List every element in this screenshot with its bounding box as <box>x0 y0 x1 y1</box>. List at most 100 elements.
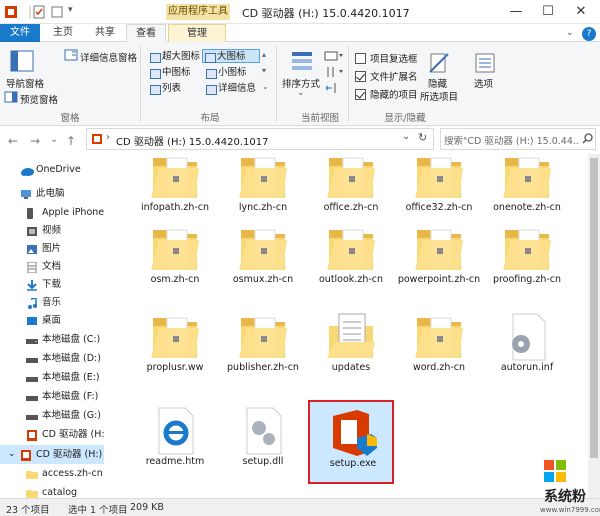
nav-item-access[interactable]: access.zh-cn <box>0 464 104 483</box>
file-name: proofing.zh-cn <box>492 274 562 285</box>
up-button[interactable]: ↑ <box>66 134 76 148</box>
breadcrumb-separator[interactable]: › <box>106 132 110 143</box>
tab-file[interactable]: 文件 <box>0 24 40 42</box>
layout-small[interactable]: 小图标 <box>204 66 247 80</box>
file-item-proplusr-ww[interactable]: proplusr.ww <box>132 306 218 390</box>
tab-share[interactable]: 共享 <box>86 24 124 42</box>
nav-pane-button[interactable]: 导航窗格 <box>6 76 44 90</box>
nav-item-onedrive[interactable]: OneDrive <box>0 160 104 179</box>
qat-dropdown-icon[interactable]: ▾ <box>68 5 78 19</box>
folder-icon <box>501 154 553 202</box>
layout-medium[interactable]: 中图标 <box>148 66 191 80</box>
hidden-items-checkbox[interactable] <box>355 89 366 100</box>
nav-item-disk-f[interactable]: 本地磁盘 (F:) <box>0 387 104 406</box>
nav-item-this-pc[interactable]: 此电脑 <box>0 184 104 203</box>
options-button[interactable]: 选项 <box>474 76 493 90</box>
folder-icon <box>413 312 465 362</box>
details-pane-button[interactable]: 详细信息窗格 <box>80 50 137 64</box>
file-item-outlook-zh-cn[interactable]: outlook.zh-cn <box>308 218 394 302</box>
file-item-setup-dll[interactable]: setup.dll <box>220 400 306 484</box>
nav-pane-icon <box>10 50 34 75</box>
file-item-word-zh-cn[interactable]: word.zh-cn <box>396 306 482 390</box>
address-dropdown-icon[interactable]: ⌄ <box>402 131 410 142</box>
settings-file-icon <box>501 312 553 362</box>
file-item-powerpoint-zh-cn[interactable]: powerpoint.zh-cn <box>396 218 482 302</box>
help-button[interactable]: ? <box>582 27 596 41</box>
tab-manage[interactable]: 管理 <box>168 24 226 43</box>
hide-selected-button-line2[interactable]: 所选项目 <box>420 89 458 103</box>
computer-icon <box>20 188 32 199</box>
layout-more-icon[interactable]: ⌄ <box>262 82 269 91</box>
size-columns-icon[interactable] <box>324 82 344 97</box>
item-checkboxes-checkbox[interactable] <box>355 53 366 64</box>
nav-item-disk-c[interactable]: 本地磁盘 (C:) <box>0 330 104 349</box>
preview-pane-icon <box>4 91 18 106</box>
group-label-panes: 窗格 <box>60 113 80 124</box>
music-icon <box>26 297 38 309</box>
file-name: publisher.zh-cn <box>227 362 299 373</box>
back-button[interactable]: ← <box>8 134 18 148</box>
file-ext-label: 文件扩展名 <box>370 72 418 83</box>
ribbon-collapse-icon[interactable]: ⌄ <box>566 28 574 38</box>
nav-item-disk-d[interactable]: 本地磁盘 (D:) <box>0 349 104 368</box>
file-item-osm-zh-cn[interactable]: osm.zh-cn <box>132 218 218 302</box>
nav-item-cd-h[interactable]: CD 驱动器 (H:) <box>0 425 104 444</box>
maximize-button[interactable]: ☐ <box>537 3 559 21</box>
nav-item-docs[interactable]: 文档 <box>0 257 104 276</box>
nav-item-iphone[interactable]: Apple iPhone <box>0 203 104 222</box>
new-folder-icon[interactable] <box>50 5 64 19</box>
preview-pane-button[interactable]: 预览窗格 <box>20 92 58 106</box>
nav-item-disk-g[interactable]: 本地磁盘 (G:) <box>0 406 104 425</box>
layout-details[interactable]: 详细信息 <box>204 82 256 96</box>
add-columns-icon[interactable] <box>324 66 344 81</box>
layout-scroll-down-icon[interactable]: ▾ <box>262 66 266 75</box>
file-item-osmux-zh-cn[interactable]: osmux.zh-cn <box>220 218 306 302</box>
breadcrumb-current[interactable]: CD 驱动器 (H:) 15.0.4420.1017 <box>116 133 268 148</box>
sort-by-dropdown-icon[interactable]: ⌄ <box>297 88 305 98</box>
file-item-autorun-inf[interactable]: autorun.inf <box>484 306 570 390</box>
folder-icon <box>237 312 289 362</box>
refresh-icon[interactable]: ↻ <box>418 131 427 144</box>
close-button[interactable]: ✕ <box>570 3 592 21</box>
nav-item-disk-e[interactable]: 本地磁盘 (E:) <box>0 368 104 387</box>
ribbon-separator <box>140 46 141 122</box>
gear-file-icon <box>237 406 289 456</box>
file-item-proofing-zh-cn[interactable]: proofing.zh-cn <box>484 218 570 302</box>
group-by-icon[interactable] <box>324 50 344 65</box>
file-name: osm.zh-cn <box>150 274 200 285</box>
nav-item-music[interactable]: 音乐 <box>0 293 104 312</box>
layout-large[interactable]: 大图标 <box>202 49 260 63</box>
file-name: office.zh-cn <box>323 202 379 213</box>
videos-icon <box>26 225 38 236</box>
item-checkboxes-label: 项目复选框 <box>370 54 418 65</box>
folder-icon <box>149 312 201 362</box>
edge-html-icon <box>149 406 201 456</box>
pictures-icon <box>26 243 38 254</box>
tab-home[interactable]: 主页 <box>44 24 82 42</box>
file-item-setup-exe[interactable]: setup.exe <box>308 400 394 484</box>
layout-extra-large[interactable]: 超大图标 <box>148 50 200 64</box>
nav-item-pictures[interactable]: 图片 <box>0 239 104 258</box>
layout-scroll-up-icon[interactable]: ▴ <box>262 50 266 59</box>
file-item-readme-htm[interactable]: readme.htm <box>132 400 218 484</box>
nav-item-downloads[interactable]: 下载 <box>0 275 104 294</box>
nav-item-cd-h-selected[interactable]: ⌄CD 驱动器 (H:) 15 <box>0 445 104 464</box>
file-item-publisher-zh-cn[interactable]: publisher.zh-cn <box>220 306 306 390</box>
hide-selected-button[interactable]: 隐藏 <box>428 76 447 90</box>
nav-item-desktop[interactable]: 桌面 <box>0 311 104 330</box>
file-name: osmux.zh-cn <box>232 274 294 285</box>
scrollbar-thumb[interactable] <box>590 158 598 458</box>
cd-drive-icon <box>26 429 38 441</box>
recent-locations-button[interactable]: ⌄ <box>50 134 58 145</box>
office-app-icon <box>4 5 18 19</box>
nav-item-videos[interactable]: 视频 <box>0 221 104 240</box>
file-item-updates[interactable]: updates <box>308 306 394 390</box>
file-ext-checkbox[interactable] <box>355 71 366 82</box>
minimize-button[interactable]: — <box>505 3 527 21</box>
tab-view[interactable]: 查看 <box>126 24 166 43</box>
file-name: lync.zh-cn <box>238 202 288 213</box>
properties-icon[interactable] <box>32 5 46 19</box>
layout-list[interactable]: 列表 <box>148 82 181 96</box>
forward-button[interactable]: → <box>30 134 40 148</box>
search-input[interactable]: 搜索"CD 驱动器 (H:) 15.0.44... <box>444 133 580 147</box>
